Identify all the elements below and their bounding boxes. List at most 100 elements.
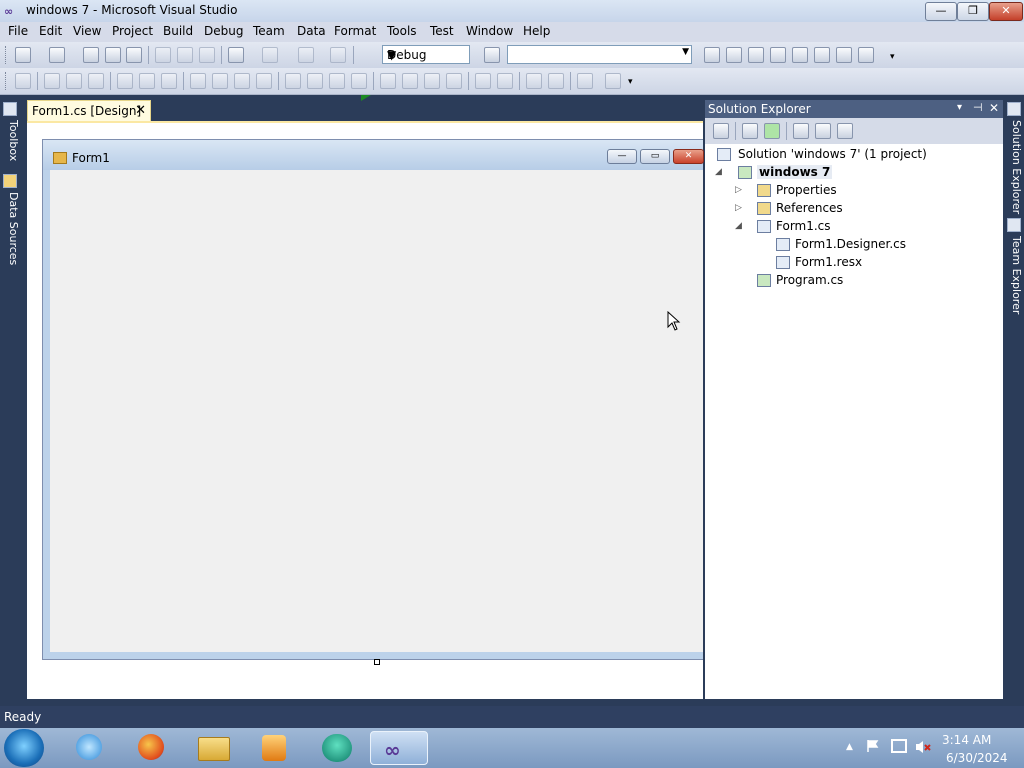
start-button[interactable] bbox=[4, 729, 44, 767]
align-to-grid-icon[interactable] bbox=[15, 73, 31, 89]
navigate-forward-icon[interactable] bbox=[330, 47, 346, 63]
menu-build[interactable]: Build bbox=[163, 24, 193, 38]
send-to-back-icon[interactable] bbox=[548, 73, 564, 89]
make-same-height-icon[interactable] bbox=[212, 73, 228, 89]
horizontal-spacing-equal-icon[interactable] bbox=[285, 73, 301, 89]
action-center-flag-icon[interactable] bbox=[866, 739, 880, 753]
minimize-button[interactable]: — bbox=[925, 2, 957, 21]
show-all-files-icon[interactable] bbox=[742, 123, 758, 139]
menu-edit[interactable]: Edit bbox=[39, 24, 62, 38]
close-tab-icon[interactable]: ✕ bbox=[135, 103, 146, 118]
menu-data[interactable]: Data bbox=[297, 24, 326, 38]
clock-time[interactable]: 3:14 AM bbox=[942, 733, 991, 747]
command-window-icon[interactable] bbox=[858, 47, 874, 63]
data-sources-icon[interactable] bbox=[3, 174, 17, 188]
start-page-icon[interactable] bbox=[814, 47, 830, 63]
align-bottoms-icon[interactable] bbox=[161, 73, 177, 89]
toolbar-grip[interactable] bbox=[5, 72, 9, 90]
remove-vertical-spacing-icon[interactable] bbox=[446, 73, 462, 89]
redo-icon[interactable] bbox=[262, 47, 278, 63]
copy-icon[interactable] bbox=[177, 47, 193, 63]
menu-team[interactable]: Team bbox=[253, 24, 285, 38]
save-all-icon[interactable] bbox=[126, 47, 142, 63]
undo-icon[interactable] bbox=[228, 47, 244, 63]
solution-explorer-icon[interactable] bbox=[704, 47, 720, 63]
tree-node-references[interactable]: ▷ References bbox=[735, 201, 843, 215]
view-class-diagram-icon[interactable] bbox=[837, 123, 853, 139]
expanded-arrow-icon[interactable]: ◢ bbox=[715, 167, 722, 177]
save-icon[interactable] bbox=[105, 47, 121, 63]
solution-explorer-icon[interactable] bbox=[1007, 102, 1021, 116]
media-player-icon[interactable] bbox=[254, 731, 294, 765]
form-minimize-button[interactable]: — bbox=[607, 149, 637, 164]
tree-node-form1[interactable]: ◢ Form1.cs bbox=[735, 219, 831, 233]
restore-button[interactable]: ❐ bbox=[957, 2, 989, 21]
clock-date[interactable]: 6/30/2024 bbox=[946, 751, 1008, 765]
collapsed-arrow-icon[interactable]: ▷ bbox=[735, 203, 742, 213]
menu-project[interactable]: Project bbox=[112, 24, 153, 38]
view-code-icon[interactable] bbox=[793, 123, 809, 139]
toolbox-icon[interactable] bbox=[770, 47, 786, 63]
auto-hide-pin-icon[interactable]: ⊣ bbox=[973, 101, 983, 114]
team-explorer-tab[interactable]: Team Explorer bbox=[1005, 236, 1023, 314]
form-resize-handle[interactable] bbox=[374, 659, 380, 665]
object-browser-icon[interactable] bbox=[748, 47, 764, 63]
form-designer-window[interactable]: Form1 — ▭ ✕ bbox=[42, 139, 704, 660]
center-horizontally-icon[interactable] bbox=[475, 73, 491, 89]
align-rights-icon[interactable] bbox=[88, 73, 104, 89]
refresh-icon[interactable] bbox=[764, 123, 780, 139]
collapsed-arrow-icon[interactable]: ▷ bbox=[735, 185, 742, 195]
align-lefts-icon[interactable] bbox=[44, 73, 60, 89]
windows-explorer-icon[interactable] bbox=[192, 731, 232, 765]
new-project-icon[interactable] bbox=[15, 47, 31, 63]
center-vertically-icon[interactable] bbox=[497, 73, 513, 89]
chat-app-icon[interactable] bbox=[316, 731, 356, 765]
tree-node-properties[interactable]: ▷ Properties bbox=[735, 183, 837, 197]
toolbox-tab[interactable]: Toolbox bbox=[2, 120, 20, 161]
align-centers-icon[interactable] bbox=[66, 73, 82, 89]
team-explorer-icon[interactable] bbox=[792, 47, 808, 63]
cut-icon[interactable] bbox=[155, 47, 171, 63]
open-file-icon[interactable] bbox=[83, 47, 99, 63]
network-icon[interactable] bbox=[891, 739, 907, 753]
vertical-spacing-equal-icon[interactable] bbox=[380, 73, 396, 89]
add-item-icon[interactable] bbox=[49, 47, 65, 63]
visual-studio-taskbar-button[interactable]: ∞ bbox=[370, 731, 428, 765]
form-close-button[interactable]: ✕ bbox=[673, 149, 704, 164]
find-in-files-icon[interactable] bbox=[484, 47, 500, 63]
align-tops-icon[interactable] bbox=[117, 73, 133, 89]
decrease-vertical-spacing-icon[interactable] bbox=[424, 73, 440, 89]
increase-horizontal-spacing-icon[interactable] bbox=[307, 73, 323, 89]
menu-tools[interactable]: Tools bbox=[387, 24, 417, 38]
tree-node-project[interactable]: ◢ windows 7 bbox=[715, 165, 833, 179]
firefox-icon[interactable] bbox=[130, 731, 170, 765]
size-to-grid-icon[interactable] bbox=[256, 73, 272, 89]
menu-file[interactable]: File bbox=[8, 24, 28, 38]
team-explorer-icon[interactable] bbox=[1007, 218, 1021, 232]
view-designer-icon[interactable] bbox=[815, 123, 831, 139]
solution-configuration-select[interactable]: Debug ▼ bbox=[382, 45, 470, 64]
menu-window[interactable]: Window bbox=[466, 24, 513, 38]
remove-horizontal-spacing-icon[interactable] bbox=[351, 73, 367, 89]
tab-form1-design[interactable]: Form1.cs [Design] ✕ bbox=[27, 100, 151, 121]
tree-node-solution[interactable]: Solution 'windows 7' (1 project) bbox=[717, 147, 927, 161]
navigate-backward-icon[interactable] bbox=[298, 47, 314, 63]
tree-node-program[interactable]: Program.cs bbox=[757, 273, 843, 287]
tree-node-form1-resx[interactable]: Form1.resx bbox=[776, 255, 862, 269]
find-combo[interactable]: ▼ bbox=[507, 45, 692, 64]
menu-view[interactable]: View bbox=[73, 24, 101, 38]
properties-icon[interactable] bbox=[713, 123, 729, 139]
menu-debug[interactable]: Debug bbox=[204, 24, 243, 38]
form-maximize-button[interactable]: ▭ bbox=[640, 149, 670, 164]
internet-explorer-icon[interactable] bbox=[68, 731, 108, 765]
expanded-arrow-icon[interactable]: ◢ bbox=[735, 221, 742, 231]
close-button[interactable]: ✕ bbox=[989, 2, 1023, 21]
toolbar-options-chevron-icon[interactable]: ▾ bbox=[890, 52, 895, 62]
menu-format[interactable]: Format bbox=[334, 24, 376, 38]
decrease-horizontal-spacing-icon[interactable] bbox=[329, 73, 345, 89]
tab-order-icon[interactable] bbox=[605, 73, 621, 89]
form-title-bar[interactable]: Form1 — ▭ ✕ bbox=[43, 140, 704, 170]
volume-muted-icon[interactable] bbox=[915, 739, 931, 755]
toolbar-grip[interactable] bbox=[5, 46, 9, 64]
solution-explorer-tab[interactable]: Solution Explorer bbox=[1005, 120, 1023, 214]
